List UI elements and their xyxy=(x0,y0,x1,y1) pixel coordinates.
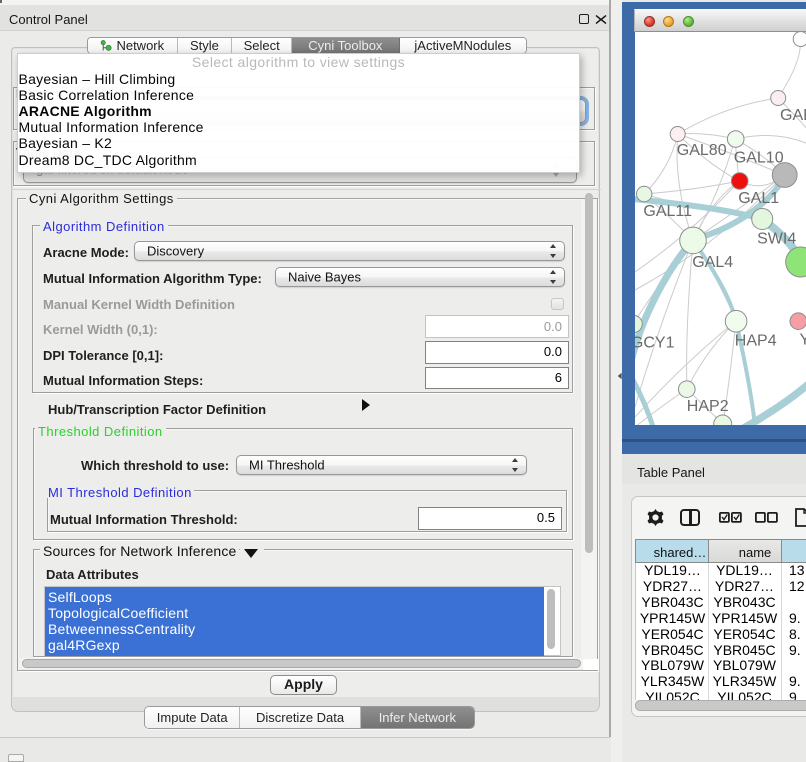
svg-text:GAL1: GAL1 xyxy=(738,190,779,207)
svg-text:GCY1: GCY1 xyxy=(635,335,675,352)
svg-text:SWI4: SWI4 xyxy=(757,231,796,248)
svg-text:GAL11: GAL11 xyxy=(643,203,692,220)
svg-text:GAL2: GAL2 xyxy=(780,107,806,124)
svg-text:GAL4: GAL4 xyxy=(692,254,733,271)
svg-text:GAL10: GAL10 xyxy=(733,150,783,167)
svg-text:Y: Y xyxy=(799,332,806,349)
svg-text:GAL80: GAL80 xyxy=(676,142,726,159)
svg-text:HAP4: HAP4 xyxy=(734,333,776,350)
svg-text:HAP2: HAP2 xyxy=(686,398,728,415)
